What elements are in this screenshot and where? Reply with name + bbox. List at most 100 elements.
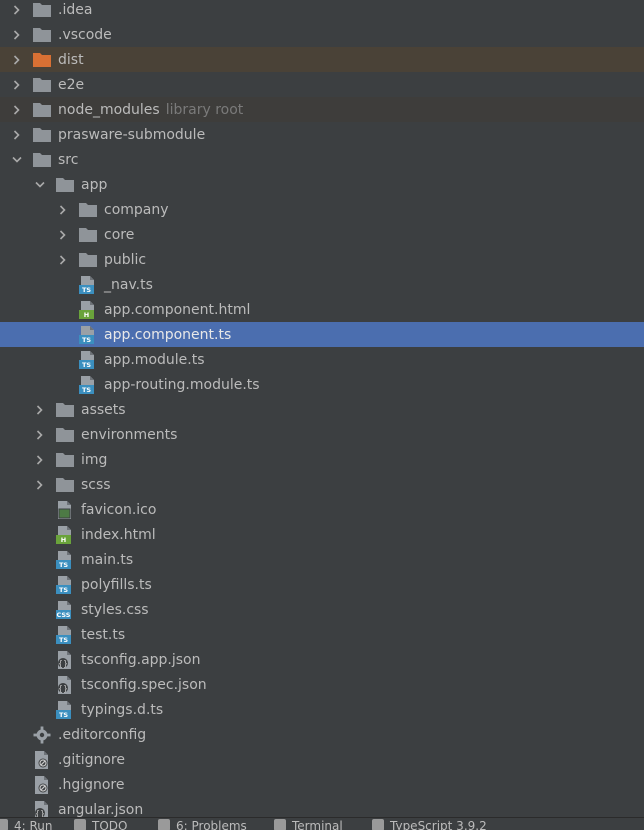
chevron-down-icon[interactable]: [35, 181, 45, 189]
tree-item[interactable]: TS test.ts: [0, 622, 644, 647]
tree-item[interactable]: Hindex.html: [0, 522, 644, 547]
chevron-right-icon[interactable]: [36, 455, 44, 465]
tree-item-label: src: [58, 152, 79, 168]
tree-item-label: e2e: [58, 77, 85, 93]
tree-item-label: test.ts: [81, 627, 126, 643]
chevron-right-icon[interactable]: [13, 105, 21, 115]
chevron-right-icon[interactable]: [13, 80, 21, 90]
run-icon: [0, 819, 8, 830]
typescript-file-icon: TS: [78, 326, 98, 344]
ignore-file-icon: [32, 776, 52, 794]
json-file-icon: {}: [55, 651, 75, 669]
todo-tab[interactable]: TODO: [74, 819, 127, 830]
typescript-file-icon: TS: [55, 626, 75, 644]
folder-icon: [55, 176, 75, 194]
tree-item-label: .editorconfig: [58, 727, 147, 743]
chevron-right-icon[interactable]: [36, 430, 44, 440]
svg-text:TS: TS: [59, 711, 68, 719]
ignore-file-icon: [32, 751, 52, 769]
svg-text:TS: TS: [59, 561, 68, 569]
tree-item-label: polyfills.ts: [81, 577, 152, 593]
run-tab[interactable]: 4: Run: [0, 819, 53, 830]
tree-item[interactable]: img: [0, 447, 644, 472]
chevron-right-icon[interactable]: [13, 5, 21, 15]
tree-item-label: tsconfig.app.json: [81, 652, 201, 668]
tree-item[interactable]: favicon.ico: [0, 497, 644, 522]
typescript-file-icon: TS: [55, 576, 75, 594]
tree-item[interactable]: app: [0, 172, 644, 197]
tree-item[interactable]: TS app-routing.module.ts: [0, 372, 644, 397]
folder-icon: [78, 226, 98, 244]
tree-item[interactable]: node_modules library root: [0, 97, 644, 122]
chevron-right-icon[interactable]: [59, 255, 67, 265]
folder-icon: [32, 126, 52, 144]
tree-item[interactable]: TS app.module.ts: [0, 347, 644, 372]
tree-item-label: .gitignore: [58, 752, 125, 768]
html-file-icon: H: [55, 526, 75, 544]
tree-item[interactable]: company: [0, 197, 644, 222]
excluded-folder-icon: [32, 51, 52, 69]
svg-text:TS: TS: [59, 586, 68, 594]
typescript-tab[interactable]: TypeScript 3.9.2: [372, 819, 487, 830]
tree-item-label: assets: [81, 402, 126, 418]
tree-item[interactable]: src: [0, 147, 644, 172]
tree-item[interactable]: {} tsconfig.app.json: [0, 647, 644, 672]
tree-item[interactable]: TS polyfills.ts: [0, 572, 644, 597]
tree-item[interactable]: scss: [0, 472, 644, 497]
tree-item[interactable]: .hgignore: [0, 772, 644, 797]
tree-item[interactable]: dist: [0, 47, 644, 72]
problems-tab[interactable]: 6: Problems: [158, 819, 247, 830]
tree-item[interactable]: prasware-submodule: [0, 122, 644, 147]
svg-text:TS: TS: [82, 386, 91, 394]
tree-item[interactable]: environments: [0, 422, 644, 447]
tree-item[interactable]: .editorconfig: [0, 722, 644, 747]
tree-item[interactable]: TS main.ts: [0, 547, 644, 572]
terminal-tab[interactable]: Terminal: [274, 819, 343, 830]
tree-item[interactable]: assets: [0, 397, 644, 422]
svg-text:CSS: CSS: [57, 611, 71, 619]
problems-icon: [158, 819, 170, 830]
tree-item-label: core: [104, 227, 135, 243]
html-file-icon: H: [78, 301, 98, 319]
chevron-right-icon[interactable]: [59, 230, 67, 240]
tree-item[interactable]: .vscode: [0, 22, 644, 47]
tree-item[interactable]: public: [0, 247, 644, 272]
folder-icon: [55, 476, 75, 494]
svg-text:TS: TS: [59, 636, 68, 644]
typescript-file-icon: TS: [78, 276, 98, 294]
tree-item-label: prasware-submodule: [58, 127, 206, 143]
library-root-hint: library root: [165, 102, 244, 118]
image-file-icon: [55, 501, 75, 519]
tree-item-label: .idea: [58, 2, 93, 18]
tree-item-label: node_modules library root: [58, 102, 244, 118]
tree-item[interactable]: e2e: [0, 72, 644, 97]
tree-item[interactable]: Happ.component.html: [0, 297, 644, 322]
tree-item[interactable]: CSS styles.css: [0, 597, 644, 622]
tree-item-label: typings.d.ts: [81, 702, 164, 718]
svg-text:TS: TS: [82, 336, 91, 344]
tree-item[interactable]: core: [0, 222, 644, 247]
chevron-right-icon[interactable]: [13, 55, 21, 65]
tree-item[interactable]: TS _nav.ts: [0, 272, 644, 297]
chevron-right-icon[interactable]: [36, 480, 44, 490]
tree-item[interactable]: TS app.component.ts: [0, 322, 644, 347]
chevron-right-icon[interactable]: [59, 205, 67, 215]
tree-item[interactable]: .gitignore: [0, 747, 644, 772]
svg-text:H: H: [61, 536, 66, 544]
typescript-icon: [372, 819, 384, 830]
tree-item[interactable]: {} tsconfig.spec.json: [0, 672, 644, 697]
chevron-down-icon[interactable]: [12, 156, 22, 164]
folder-icon: [32, 1, 52, 19]
tree-item-label: favicon.ico: [81, 502, 157, 518]
chevron-right-icon[interactable]: [36, 405, 44, 415]
todo-icon: [74, 819, 86, 830]
svg-text:{}: {}: [58, 659, 68, 668]
project-tree: .idea .vscode dist e2e node_modules library r…: [0, 0, 644, 822]
tree-item[interactable]: TS typings.d.ts: [0, 697, 644, 722]
tree-item-label: environments: [81, 427, 178, 443]
tree-item-label: app.module.ts: [104, 352, 205, 368]
chevron-right-icon[interactable]: [13, 130, 21, 140]
tree-item[interactable]: .idea: [0, 0, 644, 22]
chevron-right-icon[interactable]: [13, 30, 21, 40]
tree-item-label: app-routing.module.ts: [104, 377, 260, 393]
